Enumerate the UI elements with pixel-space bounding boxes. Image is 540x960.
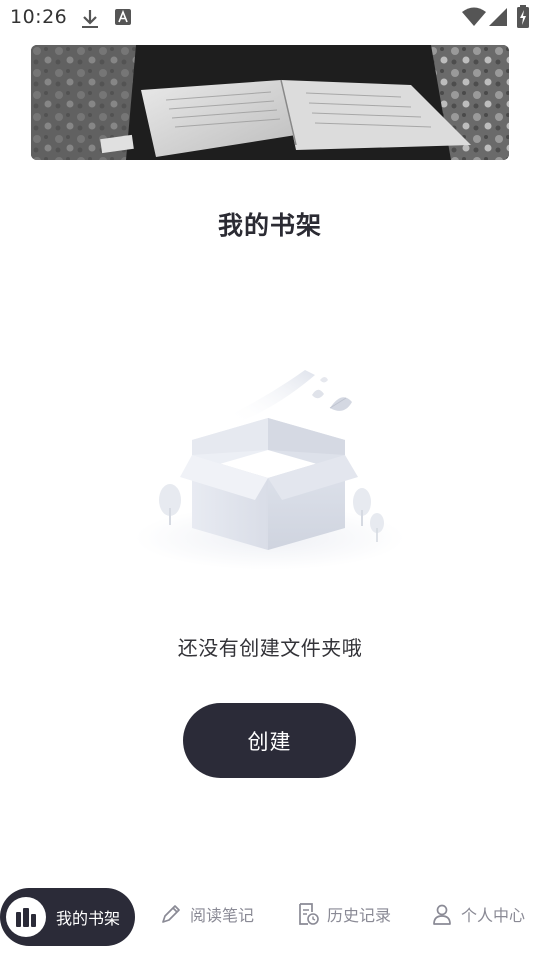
empty-box-illustration xyxy=(130,360,410,575)
empty-state-message: 还没有创建文件夹哦 xyxy=(177,636,363,660)
person-icon xyxy=(431,903,453,925)
bottom-navigation: 我的书架 阅读笔记 历史记录 个人中心 xyxy=(0,884,540,948)
bookshelf-icon xyxy=(6,897,46,937)
pencil-icon xyxy=(160,903,182,925)
nav-item-bookshelf[interactable]: 我的书架 xyxy=(0,888,135,946)
status-time: 10:26 xyxy=(10,6,68,28)
nav-label-profile: 个人中心 xyxy=(461,906,526,925)
banner-image xyxy=(31,45,509,160)
nav-label-bookshelf: 我的书架 xyxy=(56,909,121,928)
history-record-icon xyxy=(297,902,319,926)
nav-item-history[interactable]: 历史记录 xyxy=(297,884,391,944)
nav-item-profile[interactable]: 个人中心 xyxy=(431,884,525,944)
status-bar: 10:26 xyxy=(0,0,540,36)
nav-label-history: 历史记录 xyxy=(327,906,392,925)
download-icon xyxy=(80,8,100,34)
signal-icon xyxy=(488,7,508,31)
page-title: 我的书架 xyxy=(217,211,322,240)
create-folder-button[interactable]: 创建 xyxy=(183,703,356,778)
nav-item-reading-notes[interactable]: 阅读笔记 xyxy=(160,884,254,944)
text-a-icon xyxy=(114,8,132,30)
nav-label-reading-notes: 阅读笔记 xyxy=(190,906,255,925)
wifi-icon xyxy=(462,7,486,31)
battery-charging-icon xyxy=(516,5,530,33)
